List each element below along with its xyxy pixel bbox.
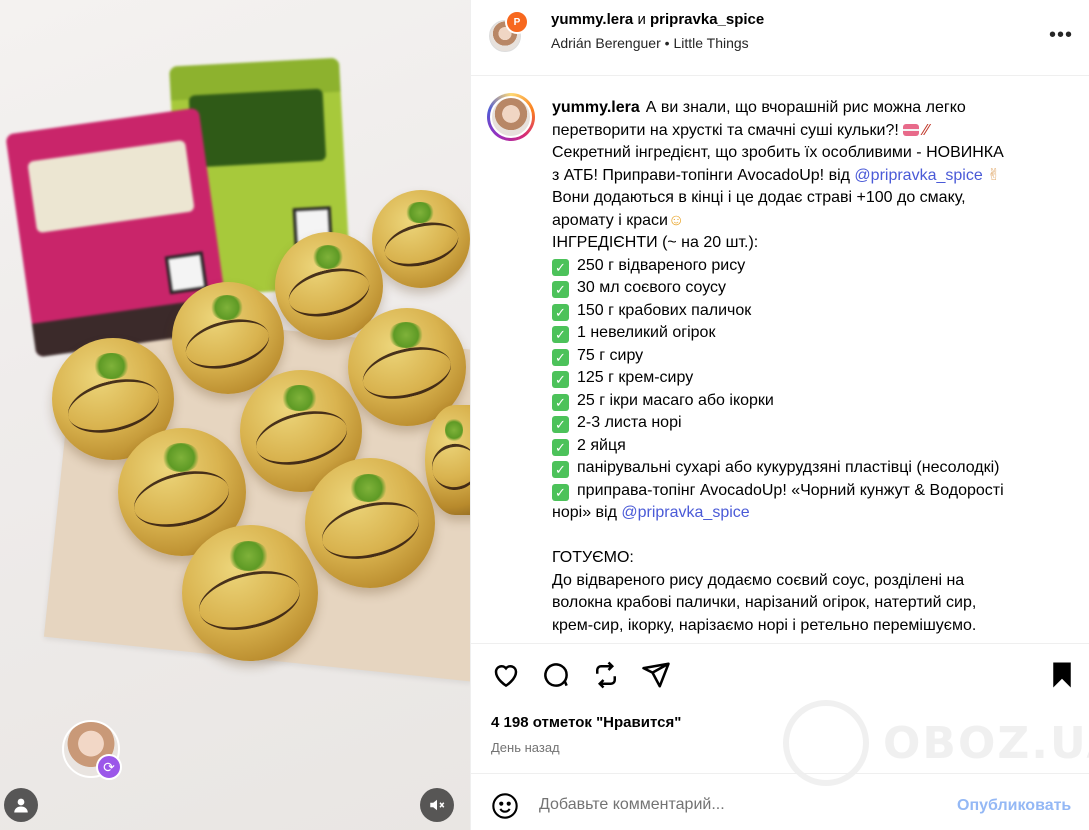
comment-input[interactable]: [539, 792, 939, 818]
ingredient-item: 2 яйця: [577, 436, 626, 454]
caption-line: з АТБ! Приправи-топінги AvocadoUp! від: [552, 166, 850, 184]
comment-button[interactable]: [541, 660, 571, 690]
check-mark-icon: ✓: [552, 258, 569, 276]
check-mark-icon: ✓: [552, 326, 569, 343]
caption-line: перетворити на хрусткі та смачні суші ку…: [552, 121, 899, 139]
ingredient-item: 150 г крабових паличок: [577, 301, 752, 319]
bookmark-filled-icon: [1053, 662, 1071, 688]
check-mark-icon: ✓: [552, 461, 569, 478]
check-mark-icon: ✓: [552, 438, 569, 456]
author-names: yummy.lera и pripravka_spice: [551, 10, 764, 30]
post-actions: 4 198 отметок "Нравится" День назад: [471, 643, 1089, 773]
audio-separator: •: [664, 35, 670, 51]
chopsticks-emoji-icon: ⁄⁄: [923, 121, 930, 139]
ingredient-item: панірувальні сухарі або кукурудзяні плас…: [577, 459, 1000, 476]
tagged-users-button[interactable]: [4, 788, 38, 822]
publish-button[interactable]: Опубликовать: [957, 797, 1071, 815]
ingredient-item: 1 невеликий огірок: [577, 324, 716, 341]
check-mark-icon: ✓: [552, 348, 569, 366]
collaborator-username[interactable]: pripravka_spice: [650, 11, 764, 28]
repost-icon: [596, 661, 616, 689]
repost-button[interactable]: [591, 660, 621, 690]
check-mark-icon: ✓: [552, 371, 569, 388]
caption-line: аромату і краси: [552, 211, 668, 229]
check-mark-icon: ✓: [552, 393, 569, 411]
check-mark-icon: ✓: [552, 281, 569, 298]
caption-avatar[interactable]: [487, 93, 535, 141]
ingredient-item: 30 мл соєвого соусу: [577, 279, 727, 296]
caption-area: yummy.lera А ви знали, що вчорашній рис м…: [471, 77, 1089, 643]
step-line: волокна крабові палички, нарізаний огіро…: [552, 594, 977, 611]
comment-bubble-icon: [544, 663, 568, 687]
save-button[interactable]: [1047, 660, 1077, 690]
sushi-ball: [172, 282, 284, 394]
check-mark-icon: ✓: [552, 416, 569, 433]
check-mark-icon: ✓: [552, 303, 569, 321]
post-time[interactable]: День назад: [491, 740, 560, 755]
mention-link[interactable]: @pripravka_spice: [621, 504, 749, 521]
sushi-ball: [372, 190, 470, 288]
caption-line: Секретний інгредієнт, що зробить їх особ…: [552, 144, 1004, 161]
caption-username[interactable]: yummy.lera: [552, 99, 640, 116]
caption-line: Вони додаються в кінці і це додає страві…: [552, 189, 966, 206]
post-sidebar: P yummy.lera и pripravka_spice Adrián Be…: [470, 0, 1089, 830]
likes-count[interactable]: 4 198 отметок "Нравится": [491, 714, 681, 731]
caption-line: А ви знали, що вчорашній рис можна легко: [645, 99, 966, 116]
sushi-ball: [305, 458, 435, 588]
smiling-hearts-emoji-icon: ☺: [667, 211, 685, 229]
audio-artist: Adrián Berenguer: [551, 35, 661, 51]
emoji-picker-button[interactable]: [491, 792, 519, 820]
audio-track: Little Things: [673, 35, 749, 51]
comment-bar: Опубликовать: [471, 773, 1089, 830]
ingredient-item: 250 г відвареного рису: [577, 256, 746, 274]
mention-link[interactable]: @pripravka_spice: [854, 167, 982, 184]
mute-button[interactable]: [420, 788, 454, 822]
step-line: крем-сир, ікорку, нарізаємо норі і ретел…: [552, 616, 977, 634]
ingredient-item: 75 г сиру: [577, 346, 644, 364]
caption-text: yummy.lera А ви знали, що вчорашній рис м…: [552, 97, 1062, 637]
caption-line: ІНГРЕДІЄНТИ (~ на 20 шт.):: [552, 234, 759, 251]
share-button[interactable]: [641, 660, 671, 690]
ingredient-item: приправа-топінг AvocadoUp! «Чорний кунжу…: [577, 481, 1004, 499]
heart-icon: [494, 665, 518, 688]
like-button[interactable]: [491, 660, 521, 690]
user-icon: [14, 798, 28, 813]
paper-plane-icon: [642, 662, 670, 688]
audio-attribution[interactable]: Adrián Berenguer • Little Things: [551, 35, 749, 51]
speaker-muted-icon: [430, 799, 445, 811]
check-mark-icon: ✓: [552, 483, 569, 501]
steps-title: ГОТУЄМО:: [552, 549, 634, 566]
sushi-emoji-icon: [903, 123, 920, 136]
ingredient-item: 2-3 листа норі: [577, 414, 682, 431]
ok-hand-emoji-icon: ✌: [987, 166, 1001, 184]
ingredient-item: 25 г ікри масаго або ікорки: [577, 391, 774, 409]
collaborator-avatar[interactable]: P: [505, 10, 529, 34]
step-line: До відвареного рису додаємо соєвий соус,…: [552, 571, 965, 589]
ingredient-item: 125 г крем-сиру: [577, 369, 694, 386]
author-username[interactable]: yummy.lera: [551, 11, 633, 28]
smiley-icon: [492, 793, 518, 819]
repost-badge-icon: ⟳: [96, 754, 122, 780]
more-options-icon[interactable]: •••: [1049, 24, 1073, 47]
post-media[interactable]: ⟳: [0, 0, 470, 830]
post-header: P yummy.lera и pripravka_spice Adrián Be…: [471, 0, 1089, 76]
sushi-ball: [182, 525, 318, 661]
ingredient-tail: норі» від: [552, 504, 617, 521]
joiner-text: и: [637, 11, 646, 28]
